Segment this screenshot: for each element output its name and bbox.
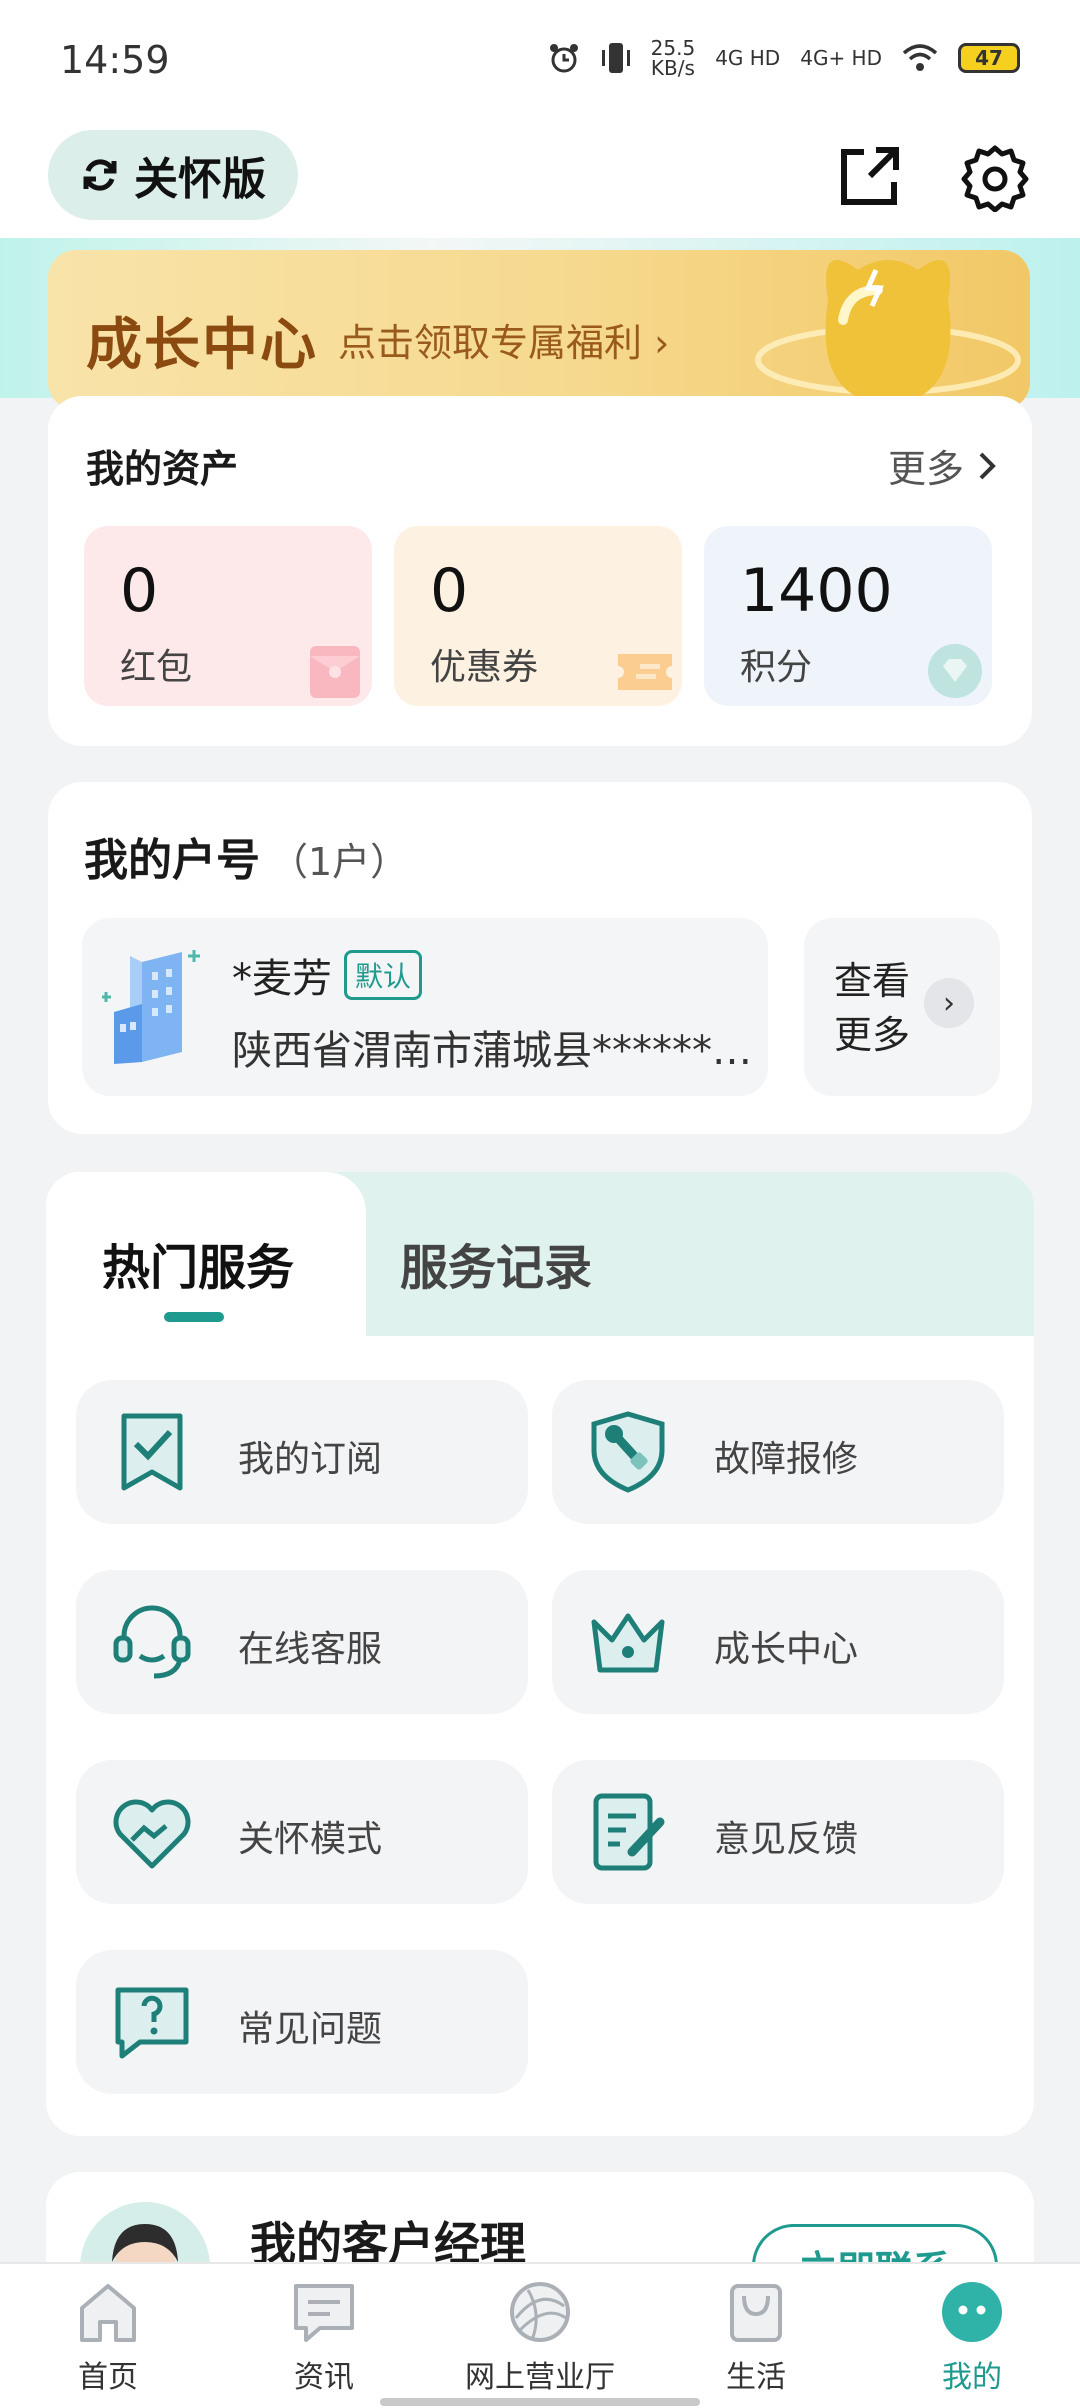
chevron-right-icon (979, 452, 996, 479)
account-item[interactable]: *麦芳 默认 陕西省渭南市蒲城县******… (82, 918, 768, 1096)
service-growth-center[interactable]: 成长中心 (552, 1570, 1004, 1714)
sim2-signal: 4G+ HD (800, 46, 882, 70)
share-icon[interactable] (834, 142, 904, 212)
building-icon (102, 950, 200, 1064)
account-holder: *麦芳 默认 (232, 946, 423, 1004)
service-faq[interactable]: 常见问题 (76, 1950, 528, 2094)
assets-title: 我的资产 (86, 447, 239, 491)
service-fault-repair[interactable]: 故障报修 (552, 1380, 1004, 1524)
points-diamond-icon (928, 644, 982, 698)
net-speed: 25.5 KB/s (650, 36, 696, 80)
subscription-icon (121, 1413, 183, 1491)
battery-indicator: 47 (958, 43, 1020, 73)
nav-online-hall[interactable]: 网上营业厅 (440, 2278, 640, 2408)
service-my-subscription[interactable]: 我的订阅 (76, 1380, 528, 1524)
services-card: 热门服务 服务记录 我的订阅 故障报修 在线客服 成长中心 关怀模式 意见反馈 … (46, 1172, 1034, 2136)
globe-icon (510, 2282, 570, 2342)
status-indicators: 25.5 KB/s 4G HD 4G+ HD 47 (547, 38, 1020, 78)
asset-red-packet[interactable]: 0 红包 (84, 526, 372, 706)
asset-coupon[interactable]: 0 优惠券 (394, 526, 682, 706)
feedback-edit-icon (593, 1793, 665, 1871)
header: 关怀版 (0, 120, 1080, 238)
wifi-icon (902, 44, 938, 71)
bottom-navigation: 首页 资讯 网上营业厅 生活 我的 (0, 2262, 1080, 2408)
asset-points[interactable]: 1400 积分 (704, 526, 992, 706)
alarm-icon (549, 44, 578, 73)
service-care-mode[interactable]: 关怀模式 (76, 1760, 528, 1904)
account-address: 陕西省渭南市蒲城县******… (232, 1028, 752, 1074)
refresh-icon (83, 159, 117, 191)
my-account-card: 我的户号 （1户） *麦芳 默认 陕西省渭南市蒲城县******… 查看更多 › (48, 782, 1032, 1134)
chevron-right-icon: › (924, 978, 974, 1028)
status-bar: 14:59 25.5 KB/s 4G HD 4G+ HD 47 (0, 0, 1080, 120)
repair-shield-icon (591, 1411, 665, 1493)
my-assets-card: 我的资产 更多 0 红包 0 优惠券 1400 积分 (48, 396, 1032, 746)
nav-home[interactable]: 首页 (8, 2278, 208, 2408)
default-badge: 默认 (344, 950, 423, 1000)
heart-hands-icon (113, 1799, 191, 1869)
home-indicator[interactable] (380, 2398, 700, 2406)
sim1-signal: 4G HD (715, 46, 781, 70)
headset-icon (113, 1605, 191, 1679)
service-feedback[interactable]: 意见反馈 (552, 1760, 1004, 1904)
home-icon (80, 2284, 136, 2342)
nav-news[interactable]: 资讯 (224, 2278, 424, 2408)
care-mode-button[interactable]: 关怀版 (48, 130, 298, 220)
care-mode-label: 关怀版 (134, 154, 266, 205)
growth-banner-title: 成长中心 (86, 313, 318, 378)
nav-life[interactable]: 生活 (656, 2278, 856, 2408)
growth-banner-subtitle: 点击领取专属福利 › (338, 321, 670, 365)
vibrate-icon (601, 43, 630, 73)
active-tab-indicator (164, 1312, 224, 1322)
tab-hot-services[interactable]: 热门服务 (102, 1228, 294, 1298)
account-title: 我的户号 （1户） (84, 835, 409, 886)
nav-mine[interactable]: 我的 (872, 2278, 1072, 2408)
crown-icon (591, 1613, 665, 1673)
red-packet-icon (310, 646, 360, 698)
bag-icon (730, 2284, 782, 2342)
gear-icon[interactable] (960, 142, 1030, 212)
question-bubble-icon (115, 1987, 189, 2059)
assets-more-link[interactable]: 更多 (888, 438, 998, 493)
tab-service-records[interactable]: 服务记录 (400, 1228, 592, 1298)
service-online-support[interactable]: 在线客服 (76, 1570, 528, 1714)
golden-mascot-illustration (755, 260, 1021, 405)
news-icon (294, 2284, 354, 2342)
status-time: 14:59 (60, 38, 170, 82)
account-view-more-button[interactable]: 查看更多 › (804, 918, 1000, 1096)
growth-center-banner[interactable]: 成长中心 点击领取专属福利 › (48, 250, 1030, 410)
coupon-icon (618, 654, 672, 690)
profile-face-icon (942, 2282, 1002, 2342)
